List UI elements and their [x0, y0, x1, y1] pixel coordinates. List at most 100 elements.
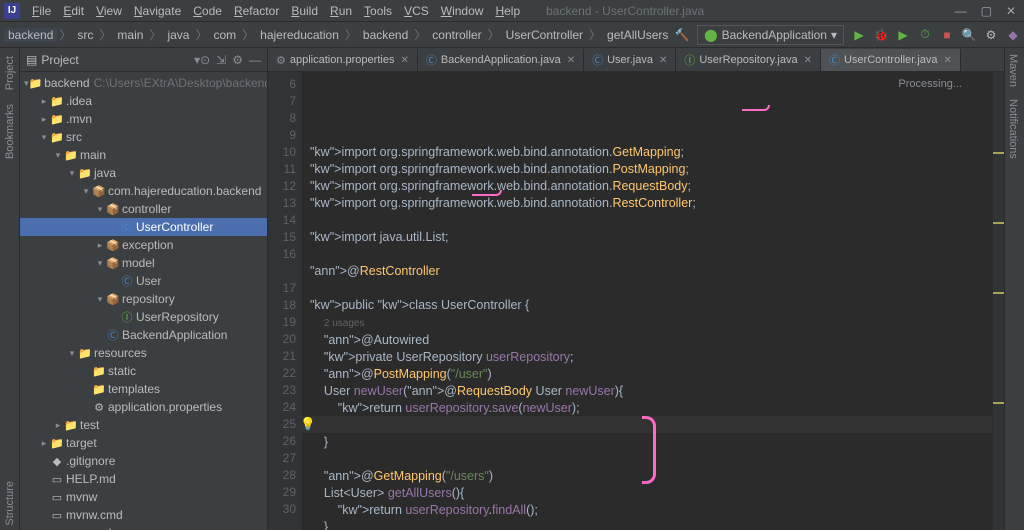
minimize-icon[interactable]: ―: [955, 4, 967, 18]
code-line[interactable]: User newUser("ann">@RequestBody User new…: [310, 383, 992, 400]
menu-navigate[interactable]: Navigate: [128, 4, 187, 18]
tree-node[interactable]: ▾📦model: [20, 254, 267, 272]
breadcrumb-seg[interactable]: hajereducation: [256, 28, 343, 42]
hide-icon[interactable]: ―: [249, 53, 261, 67]
tree-node[interactable]: ⒾUserRepository: [20, 308, 267, 326]
tree-node[interactable]: ▸📁test: [20, 416, 267, 434]
menu-file[interactable]: File: [26, 4, 57, 18]
code-line[interactable]: "kw">public "kw">class UserController {: [310, 297, 992, 314]
tree-node[interactable]: ▾📁main: [20, 146, 267, 164]
tree-node[interactable]: mpom.xml: [20, 524, 267, 530]
code-line[interactable]: List<User> getAllUsers(){: [310, 485, 992, 502]
settings-icon[interactable]: ⚙: [232, 53, 243, 67]
code-line[interactable]: [310, 280, 992, 297]
tree-twisty-icon[interactable]: ▸: [52, 420, 64, 431]
code-line[interactable]: "ann">@RestController: [310, 263, 992, 280]
debug-icon[interactable]: 🐞: [874, 28, 888, 42]
project-tree[interactable]: ▾📁backend C:\Users\EXtrA\Desktop\backend…: [20, 72, 267, 530]
breadcrumb-seg[interactable]: java: [163, 28, 193, 42]
tree-twisty-icon[interactable]: ▾: [38, 132, 50, 143]
tree-node[interactable]: ▸📁target: [20, 434, 267, 452]
code-line[interactable]: [310, 246, 992, 263]
menu-vcs[interactable]: VCS: [398, 4, 435, 18]
code-line[interactable]: "kw">return userRepository.findAll();: [310, 502, 992, 519]
tree-twisty-icon[interactable]: ▾: [52, 150, 64, 161]
tree-node[interactable]: ◆.gitignore: [20, 452, 267, 470]
tree-node[interactable]: ▾📦com.hajereducation.backend: [20, 182, 267, 200]
menu-refactor[interactable]: Refactor: [228, 4, 285, 18]
menu-view[interactable]: View: [90, 4, 128, 18]
tree-node[interactable]: ▸📁.idea: [20, 92, 267, 110]
code-area[interactable]: Processing... "kw">import org.springfram…: [302, 72, 992, 530]
profile-icon[interactable]: ⏱: [918, 28, 932, 42]
tab-close-icon[interactable]: ✕: [567, 55, 575, 66]
menu-run[interactable]: Run: [324, 4, 358, 18]
menu-code[interactable]: Code: [187, 4, 228, 18]
tree-twisty-icon[interactable]: ▾: [80, 186, 92, 197]
tree-node[interactable]: ▭mvnw: [20, 488, 267, 506]
tab-close-icon[interactable]: ✕: [659, 55, 667, 66]
breadcrumb-seg[interactable]: backend: [359, 28, 412, 42]
breadcrumb-seg[interactable]: main: [113, 28, 147, 42]
tree-twisty-icon[interactable]: ▾: [66, 348, 78, 359]
stop-icon[interactable]: ■: [940, 28, 954, 42]
tree-node[interactable]: ▾📁resources: [20, 344, 267, 362]
breadcrumb-seg[interactable]: controller: [428, 28, 485, 42]
tree-twisty-icon[interactable]: ▾: [94, 204, 106, 215]
breadcrumb[interactable]: backend〉src〉main〉java〉com〉hajereducation…: [4, 22, 672, 47]
stripe-structure[interactable]: Structure: [4, 477, 16, 530]
run-icon[interactable]: ▶: [852, 28, 866, 42]
editor-tab[interactable]: ⚙application.properties✕: [268, 49, 418, 71]
breadcrumb-seg[interactable]: com: [209, 28, 240, 42]
code-line[interactable]: "kw">private UserRepository userReposito…: [310, 349, 992, 366]
stripe-project[interactable]: Project: [4, 52, 16, 94]
code-line[interactable]: 2 usages: [310, 314, 992, 332]
tree-node[interactable]: ▾📦repository: [20, 290, 267, 308]
tab-close-icon[interactable]: ✕: [400, 55, 408, 66]
code-line[interactable]: "ann">@PostMapping("/user"): [310, 366, 992, 383]
expand-all-icon[interactable]: ⇲: [216, 53, 226, 67]
code-line[interactable]: "ann">@Autowired: [310, 332, 992, 349]
search-icon[interactable]: 🔍: [962, 28, 976, 42]
breadcrumb-seg[interactable]: UserController: [502, 28, 587, 42]
tree-twisty-icon[interactable]: ▸: [38, 96, 50, 107]
tree-node[interactable]: ▭mvnw.cmd: [20, 506, 267, 524]
tree-node[interactable]: ⒸBackendApplication: [20, 326, 267, 344]
intention-bulb-icon[interactable]: 💡: [300, 416, 316, 433]
tab-close-icon[interactable]: ✕: [944, 55, 952, 66]
code-line[interactable]: "kw">import org.springframework.web.bind…: [310, 144, 992, 161]
code-line[interactable]: "kw">return userRepository.save(newUser)…: [310, 400, 992, 417]
tree-node[interactable]: ▾📁java: [20, 164, 267, 182]
tree-node[interactable]: ▸📁.mvn: [20, 110, 267, 128]
menu-tools[interactable]: Tools: [358, 4, 398, 18]
tree-node[interactable]: ⚙application.properties: [20, 398, 267, 416]
tree-twisty-icon[interactable]: ▸: [94, 240, 106, 251]
editor-tab[interactable]: ⒸUserController.java✕: [821, 49, 961, 71]
error-stripe[interactable]: [992, 72, 1004, 530]
stripe-maven[interactable]: Maven: [1005, 48, 1021, 93]
select-opened-icon[interactable]: ⊙: [200, 53, 210, 67]
build-icon[interactable]: 🔨: [675, 28, 689, 42]
stripe-bookmarks[interactable]: Bookmarks: [4, 100, 16, 163]
editor-tab[interactable]: ⒾUserRepository.java✕: [676, 49, 821, 71]
tree-node[interactable]: ▾📁backend C:\Users\EXtrA\Desktop\backend…: [20, 74, 267, 92]
tree-node[interactable]: ▭HELP.md: [20, 470, 267, 488]
tab-close-icon[interactable]: ✕: [804, 55, 812, 66]
tree-twisty-icon[interactable]: ▾: [94, 294, 106, 305]
code-line[interactable]: "kw">import java.util.List;: [310, 229, 992, 246]
close-icon[interactable]: ✕: [1006, 4, 1016, 18]
code-line[interactable]: [310, 127, 992, 144]
tree-node[interactable]: ▸📦exception: [20, 236, 267, 254]
breadcrumb-seg[interactable]: backend: [4, 28, 57, 42]
editor-tab[interactable]: ⒸUser.java✕: [584, 49, 676, 71]
code-line[interactable]: [310, 212, 992, 229]
run-config-dropdown[interactable]: ⬤ BackendApplication ▾: [697, 25, 844, 45]
tree-node[interactable]: ⒸUser: [20, 272, 267, 290]
tree-node[interactable]: ⒸUserController: [20, 218, 267, 236]
tree-twisty-icon[interactable]: ▾: [66, 168, 78, 179]
ide-extra-icon[interactable]: ◆: [1006, 28, 1020, 42]
code-line[interactable]: "kw">import org.springframework.web.bind…: [310, 161, 992, 178]
tree-twisty-icon[interactable]: ▸: [38, 438, 50, 449]
stripe-notifications[interactable]: Notifications: [1005, 93, 1021, 165]
tree-node[interactable]: 📁templates: [20, 380, 267, 398]
